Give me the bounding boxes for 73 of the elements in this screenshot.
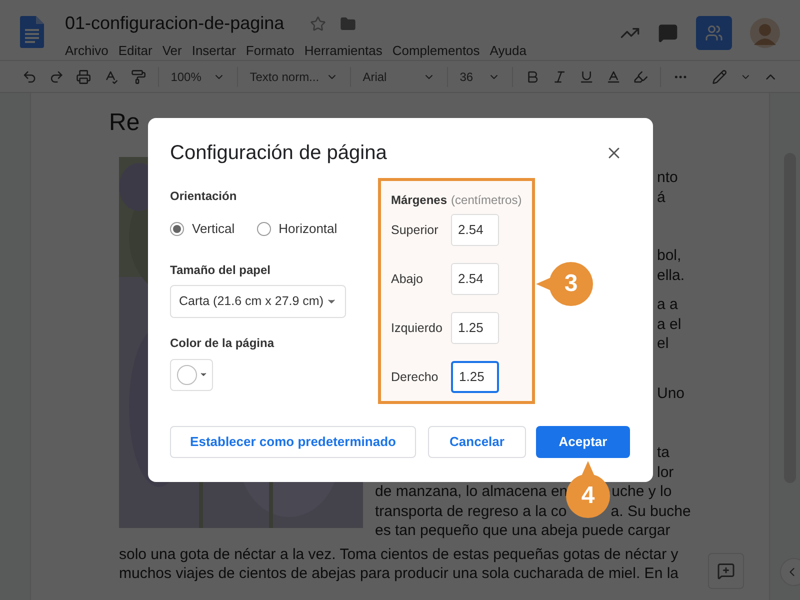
document-heading: Re bbox=[109, 108, 141, 138]
add-comment-button[interactable] bbox=[708, 553, 744, 589]
pencil-icon[interactable] bbox=[712, 68, 728, 84]
body-text: a el bbox=[657, 314, 682, 334]
body-text: nto bbox=[657, 168, 678, 188]
dialog-button[interactable]: Cancelar bbox=[428, 426, 526, 458]
dialog-button[interactable]: Establecer como predeterminado bbox=[170, 426, 416, 458]
body-text: el bbox=[657, 334, 669, 354]
body-text: transporta de regreso a la co bbox=[375, 502, 567, 521]
field-label: Color de la página bbox=[170, 334, 276, 352]
side-panel-toggle[interactable] bbox=[780, 558, 800, 586]
text-color-icon[interactable] bbox=[606, 68, 622, 84]
body-text: Uno bbox=[657, 384, 685, 403]
menu-item[interactable]: Formato bbox=[246, 41, 294, 60]
print-icon[interactable] bbox=[76, 68, 92, 84]
dialog-button[interactable]: Aceptar bbox=[536, 426, 630, 458]
star-icon[interactable] bbox=[310, 16, 326, 32]
margin-label: Derecho bbox=[391, 368, 440, 386]
menu-item[interactable]: Archivo bbox=[65, 41, 108, 60]
comment-plus-icon bbox=[717, 562, 735, 580]
menu-item[interactable]: Insertar bbox=[192, 41, 236, 60]
highlighter-icon[interactable] bbox=[633, 68, 648, 84]
body-text: a. Su buche bbox=[610, 502, 691, 521]
toolbar-dropdown[interactable]: 36 bbox=[460, 68, 500, 86]
body-text: uche y lo bbox=[612, 482, 672, 502]
body-text: ta bbox=[657, 443, 670, 462]
body-text: de manzana, lo almacena en bbox=[375, 482, 568, 502]
margin-label: Izquierdo bbox=[391, 320, 444, 337]
toolbar-dropdown[interactable]: 100% bbox=[170, 68, 225, 86]
italic-icon[interactable] bbox=[552, 68, 567, 84]
docs-logo-icon[interactable] bbox=[20, 16, 44, 48]
body-text: es tan pequeño que una abeja puede cargar bbox=[375, 521, 670, 540]
margin-label: Superior bbox=[391, 222, 440, 239]
avatar[interactable] bbox=[750, 18, 780, 48]
body-text: muchos viajes de cientos de abejas para producir una sola cucharada de miel. En la bbox=[119, 564, 678, 584]
document-title[interactable]: 01-configuracion-de-pagina bbox=[65, 10, 284, 37]
caret-icon bbox=[199, 370, 208, 379]
toolbar-dropdown[interactable]: Texto norm... bbox=[250, 68, 338, 86]
field-label: Orientación bbox=[170, 188, 238, 205]
body-text: á bbox=[657, 188, 666, 207]
undo-icon[interactable] bbox=[22, 68, 38, 84]
margins-label: Márgenes bbox=[391, 192, 448, 209]
body-text: ella. bbox=[657, 266, 685, 285]
paper-size-select[interactable]: Carta (21.6 cm x 27.9 cm) bbox=[170, 284, 346, 318]
margin-field[interactable]: 1.25 bbox=[451, 361, 499, 393]
toolbar-dropdown[interactable]: Arial bbox=[362, 68, 435, 86]
comment-icon[interactable] bbox=[658, 23, 678, 43]
body-text: solo una gota de néctar a la vez. Toma cientos de estas pequeñas gotas de néctar y bbox=[119, 544, 678, 564]
unit-label: (centímetros) bbox=[451, 192, 522, 209]
margin-field[interactable]: 2.54 bbox=[451, 263, 499, 295]
underline-icon[interactable] bbox=[578, 68, 594, 84]
menu-item[interactable]: Complementos bbox=[392, 41, 480, 60]
margin-label: Abajo bbox=[391, 270, 424, 288]
redo-icon[interactable] bbox=[49, 68, 64, 84]
paint-format-icon[interactable] bbox=[130, 68, 146, 84]
radio-option[interactable]: Vertical bbox=[170, 219, 235, 238]
field-label: Tamaño del papel bbox=[170, 262, 272, 278]
folder-icon[interactable] bbox=[340, 16, 356, 32]
dialog-title: Configuración de página bbox=[170, 141, 387, 166]
menu-item[interactable]: Editar bbox=[118, 41, 152, 60]
color-picker-button[interactable] bbox=[170, 358, 213, 390]
menu-item[interactable]: Herramientas bbox=[304, 41, 382, 60]
menu-item[interactable]: Ver bbox=[162, 41, 182, 60]
margin-field[interactable]: 2.54 bbox=[451, 214, 499, 246]
people-icon bbox=[705, 24, 723, 42]
margin-field[interactable]: 1.25 bbox=[451, 312, 499, 344]
menu-item[interactable]: Ayuda bbox=[490, 41, 526, 60]
radio-option[interactable]: Horizontal bbox=[256, 219, 338, 238]
spellcheck-icon[interactable] bbox=[103, 68, 119, 84]
body-text: lor bbox=[657, 462, 674, 482]
body-text: bol, bbox=[657, 246, 682, 266]
body-text: a a bbox=[657, 295, 678, 314]
share-button[interactable] bbox=[696, 16, 732, 50]
